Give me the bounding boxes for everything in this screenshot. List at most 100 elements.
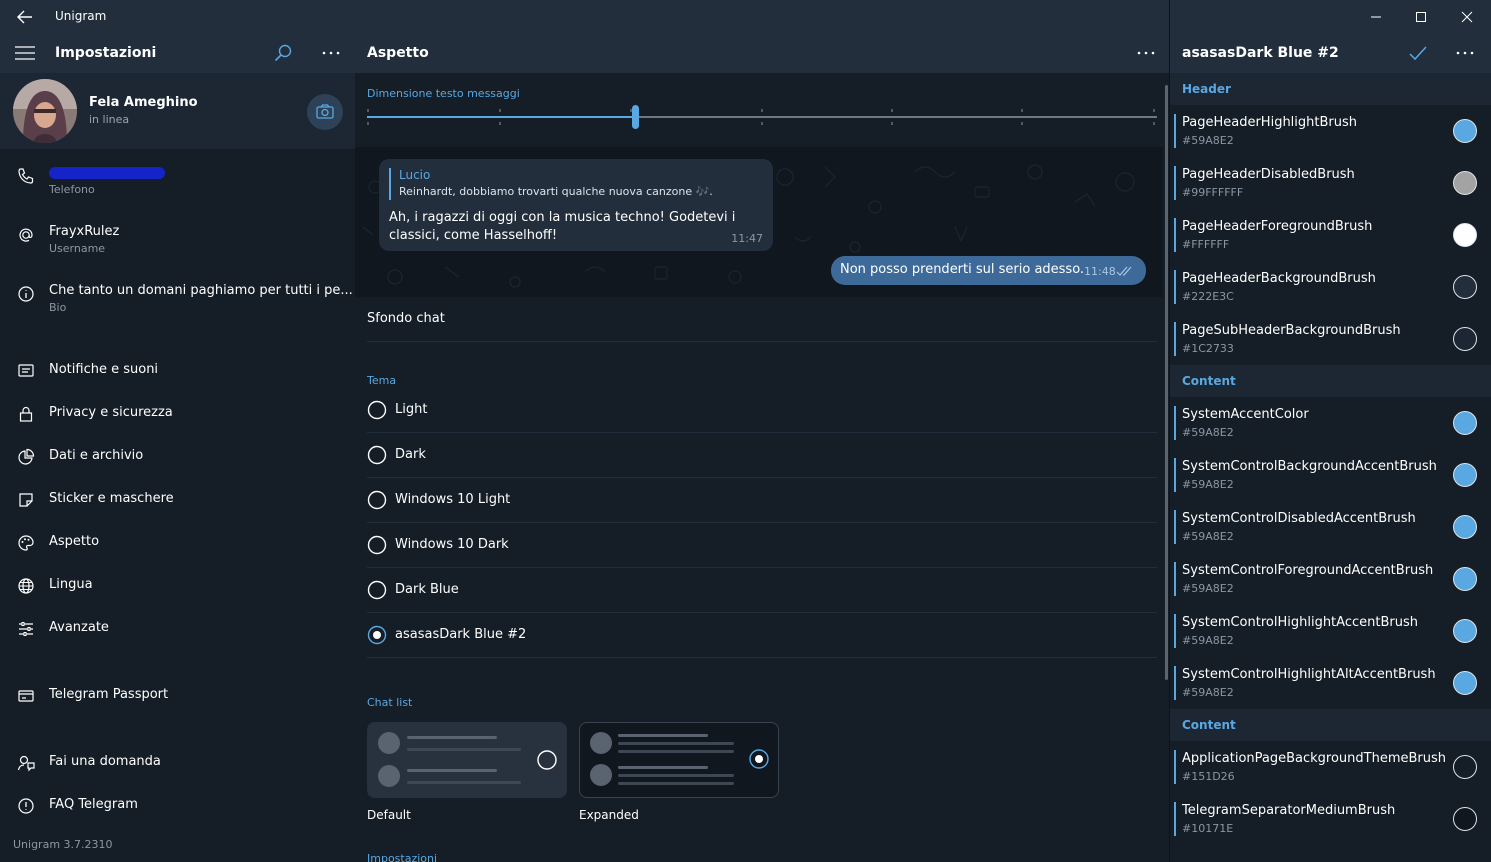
minimize-button[interactable] [1362, 5, 1390, 29]
color-swatch[interactable] [1453, 171, 1477, 195]
brush-row[interactable]: PageHeaderHighlightBrush #59A8E2 [1170, 105, 1491, 157]
profile-status: in linea [89, 113, 130, 126]
color-swatch[interactable] [1453, 755, 1477, 779]
ellipsis-icon [322, 51, 340, 55]
theme-option-dark-blue[interactable]: Dark Blue [367, 568, 1157, 613]
color-swatch[interactable] [1453, 807, 1477, 831]
brush-hex: #99FFFFFF [1182, 186, 1244, 199]
slider-thumb[interactable] [632, 105, 639, 129]
menu-item-ask-question[interactable]: Fai una domanda [0, 742, 355, 785]
brush-row[interactable]: PageSubHeaderBackgroundBrush #1C2733 [1170, 313, 1491, 365]
color-swatch[interactable] [1453, 327, 1477, 351]
radio-icon[interactable] [367, 445, 387, 465]
page-title: Aspetto [367, 45, 429, 61]
menu-item-appearance[interactable]: Aspetto [0, 522, 355, 565]
message-text: Ah, i ragazzi di oggi con la musica tech… [389, 210, 736, 243]
menu-item-passport[interactable]: Telegram Passport [0, 675, 355, 718]
brush-row[interactable]: SystemAccentColor #59A8E2 [1170, 397, 1491, 449]
chat-wallpaper-item[interactable]: Sfondo chat [367, 311, 445, 326]
color-swatch[interactable] [1453, 671, 1477, 695]
radio-icon[interactable] [537, 750, 557, 770]
chat-list-default-label: Default [367, 808, 411, 822]
chat-list-default-card[interactable] [367, 722, 567, 798]
radio-icon[interactable] [367, 580, 387, 600]
radio-icon[interactable] [367, 400, 387, 420]
brush-row[interactable]: SystemControlForegroundAccentBrush #59A8E… [1170, 553, 1491, 605]
save-theme-button[interactable] [1406, 42, 1430, 64]
radio-icon[interactable] [367, 535, 387, 555]
brush-row[interactable]: SystemControlHighlightAccentBrush #59A8E2 [1170, 605, 1491, 657]
radio-selected-icon[interactable] [367, 625, 387, 645]
radio-icon[interactable] [367, 490, 387, 510]
close-button[interactable] [1453, 5, 1481, 29]
username-label: Username [49, 242, 106, 255]
menu-item-advanced[interactable]: Avanzate [0, 608, 355, 651]
brush-row[interactable]: PageHeaderForegroundBrush #FFFFFF [1170, 209, 1491, 261]
brush-row[interactable]: ApplicationPageBackgroundThemeBrush #151D… [1170, 741, 1491, 793]
brush-row[interactable]: SystemControlBackgroundAccentBrush #59A8E… [1170, 449, 1491, 501]
brush-group-title: Content [1182, 374, 1236, 388]
brush-hex: #59A8E2 [1182, 426, 1234, 439]
back-button[interactable] [12, 6, 36, 28]
avatar[interactable] [13, 79, 77, 143]
brush-name: PageHeaderBackgroundBrush [1182, 271, 1376, 286]
menu-button[interactable] [14, 44, 36, 62]
more-options-button[interactable] [1453, 42, 1477, 64]
brush-row[interactable]: PageHeaderBackgroundBrush #222E3C [1170, 261, 1491, 313]
brush-row[interactable]: SystemControlHighlightAltAccentBrush #59A… [1170, 657, 1491, 709]
menu-label: FAQ Telegram [49, 797, 138, 812]
profile-card[interactable]: Fela Ameghino in linea [0, 73, 355, 149]
theme-option-win10-dark[interactable]: Windows 10 Dark [367, 523, 1157, 568]
search-icon [274, 44, 292, 62]
text-size-slider[interactable] [367, 104, 1157, 132]
brush-name: ApplicationPageBackgroundThemeBrush [1182, 751, 1447, 766]
faq-icon [18, 798, 34, 814]
theme-option-win10-light[interactable]: Windows 10 Light [367, 478, 1157, 523]
message-time: 11:48 [1084, 265, 1116, 278]
menu-item-stickers[interactable]: Sticker e maschere [0, 479, 355, 522]
username-row[interactable]: FrayxRulez Username [0, 217, 355, 273]
color-swatch[interactable] [1453, 567, 1477, 591]
color-swatch[interactable] [1453, 223, 1477, 247]
chat-list-section-label: Chat list [367, 696, 413, 709]
menu-label: Fai una domanda [49, 754, 161, 769]
chat-list-expanded-card[interactable] [579, 722, 779, 798]
change-photo-button[interactable] [307, 94, 343, 130]
search-button[interactable] [272, 42, 294, 64]
bio-value: Che tanto un domani paghiamo per tutti i… [49, 283, 353, 298]
maximize-button[interactable] [1407, 5, 1435, 29]
color-swatch[interactable] [1453, 619, 1477, 643]
reply-text: Reinhardt, dobbiamo trovarti qualche nuo… [399, 185, 713, 198]
color-swatch[interactable] [1453, 275, 1477, 299]
more-options-button[interactable] [1134, 42, 1158, 64]
menu-item-notifications[interactable]: Notifiche e suoni [0, 350, 355, 393]
brush-group-header: Content [1170, 365, 1491, 397]
color-swatch[interactable] [1453, 463, 1477, 487]
color-swatch[interactable] [1453, 411, 1477, 435]
phone-row[interactable]: Telefono [0, 158, 355, 214]
menu-item-faq[interactable]: FAQ Telegram [0, 785, 355, 828]
brush-row[interactable]: PageHeaderDisabledBrush #99FFFFFF [1170, 157, 1491, 209]
theme-name: asasasDark Blue #2 [1182, 45, 1339, 61]
brush-row[interactable]: SystemControlDisabledAccentBrush #59A8E2 [1170, 501, 1491, 553]
ellipsis-icon [1137, 51, 1155, 55]
brush-row[interactable]: TelegramSeparatorMediumBrush #10171E [1170, 793, 1491, 845]
sticker-icon [19, 493, 33, 507]
bio-row[interactable]: Che tanto un domani paghiamo per tutti i… [0, 276, 355, 332]
more-options-button[interactable] [319, 42, 343, 64]
scrollbar[interactable] [1165, 85, 1168, 680]
theme-label: Windows 10 Dark [395, 537, 509, 552]
color-swatch[interactable] [1453, 119, 1477, 143]
divider [367, 657, 1157, 658]
theme-option-light[interactable]: Light [367, 388, 1157, 433]
menu-item-data[interactable]: Dati e archivio [0, 436, 355, 479]
theme-option-custom[interactable]: asasasDark Blue #2 [367, 613, 1157, 658]
menu-item-privacy[interactable]: Privacy e sicurezza [0, 393, 355, 436]
brush-hex: #59A8E2 [1182, 686, 1234, 699]
menu-item-language[interactable]: Lingua [0, 565, 355, 608]
color-swatch[interactable] [1453, 515, 1477, 539]
menu-label: Privacy e sicurezza [49, 405, 173, 420]
brush-name: SystemControlDisabledAccentBrush [1182, 511, 1416, 526]
brush-indicator [1174, 114, 1176, 148]
theme-option-dark[interactable]: Dark [367, 433, 1157, 478]
